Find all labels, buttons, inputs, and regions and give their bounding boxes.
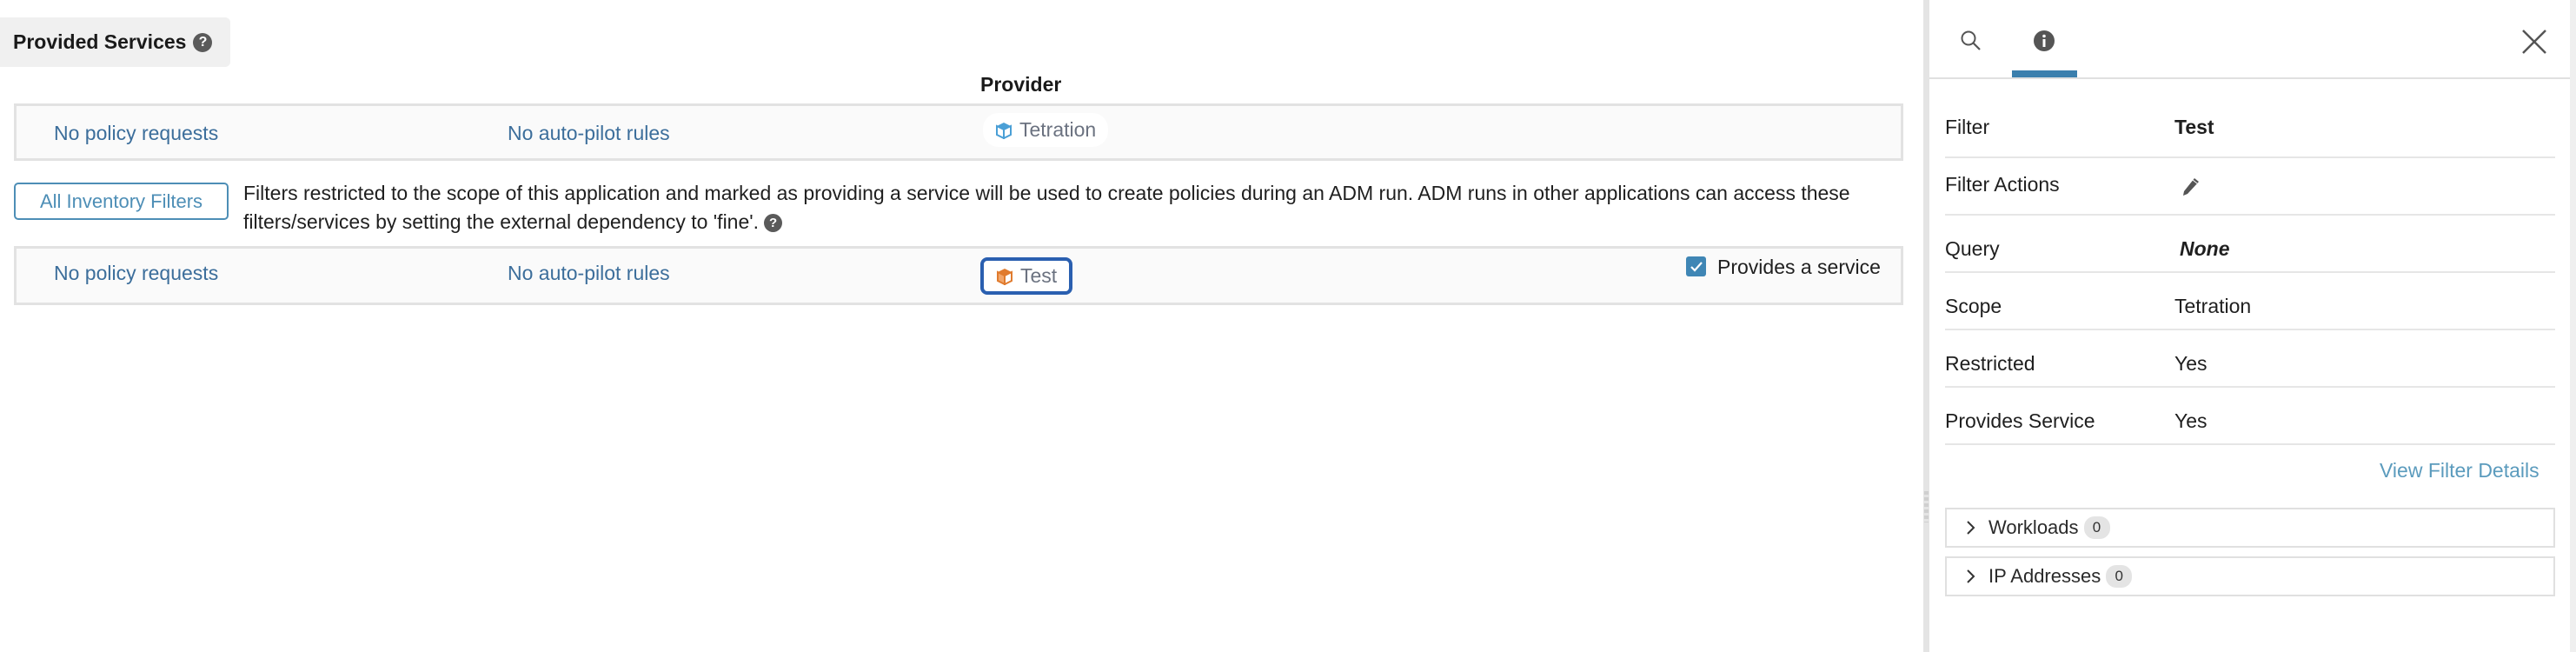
description-text: Filters restricted to the scope of this … [243,182,1850,233]
section-title: Provided Services [13,30,187,53]
accordion-ip-addresses[interactable]: IP Addresses 0 [1945,556,2555,596]
side-panel [1929,0,2570,652]
property-label-provides-service: Provides Service [1945,409,2095,432]
count-badge: 0 [2083,516,2110,539]
active-tab-indicator [2012,70,2077,77]
property-label-filter: Filter [1945,116,1990,138]
provides-service-label: Provides a service [1717,256,1881,278]
divider [1945,443,2555,445]
property-value-scope: Tetration [2174,295,2252,317]
autopilot-rules-link[interactable]: No auto-pilot rules [508,122,670,145]
accordion-label: Workloads [1988,516,2079,538]
window-edge [2570,0,2576,652]
pencil-icon [2183,178,2199,196]
resize-handle[interactable] [1924,491,1929,522]
count-badge: 0 [2106,565,2133,588]
close-button[interactable] [2520,28,2548,56]
divider [1945,271,2555,273]
autopilot-rules-link[interactable]: No auto-pilot rules [508,262,670,285]
provider-name: Test [1020,264,1058,287]
tab-search[interactable] [1960,30,1982,52]
accordion-label: IP Addresses [1988,565,2101,587]
property-value-provides-service: Yes [2174,409,2208,432]
close-icon [2522,30,2546,54]
divider [1945,156,2555,158]
provider-row: No policy requests No auto-pilot rules T… [14,246,1903,305]
accordion-workloads[interactable]: Workloads 0 [1945,508,2555,548]
divider [1945,214,2555,216]
chevron-right-icon [1967,521,1975,535]
question-circle-icon[interactable]: ? [764,214,783,233]
property-label-filter-actions: Filter Actions [1945,173,2060,196]
provider-name: Tetration [1019,118,1097,141]
info-icon [2034,30,2055,51]
panel-divider[interactable] [1923,0,1929,652]
all-inventory-filters-button[interactable]: All Inventory Filters [14,183,229,220]
provider-chip-tetration[interactable]: Tetration [983,113,1109,147]
tab-bar-border [1929,77,2570,79]
divider [1945,386,2555,388]
provider-column-heading: Provider [980,73,1062,96]
edit-filter-button[interactable] [2181,176,2201,197]
property-value-query: None [2180,237,2230,260]
property-value-restricted: Yes [2174,352,2208,375]
provider-chip-test[interactable]: Test [980,257,1073,295]
property-value-filter: Test [2174,116,2214,138]
property-label-scope: Scope [1945,295,2002,317]
view-filter-details-link[interactable]: View Filter Details [2380,459,2539,482]
search-icon [1961,30,1981,50]
question-circle-icon[interactable]: ? [193,32,213,52]
provides-service-checkbox[interactable] [1686,256,1706,276]
tab-info[interactable] [2033,30,2055,52]
cube-icon [997,268,1012,285]
cube-icon [996,122,1012,139]
inventory-filters-description: Filters restricted to the scope of this … [243,179,1903,236]
chevron-right-icon [1967,569,1975,583]
policy-requests-link[interactable]: No policy requests [54,262,218,285]
checkmark-icon [1690,261,1703,272]
property-label-query: Query [1945,237,2000,260]
policy-requests-link[interactable]: No policy requests [54,122,218,145]
provider-row: No policy requests No auto-pilot rules T… [14,103,1903,161]
section-header: Provided Services ? [0,17,230,67]
divider [1945,329,2555,330]
property-label-restricted: Restricted [1945,352,2035,375]
